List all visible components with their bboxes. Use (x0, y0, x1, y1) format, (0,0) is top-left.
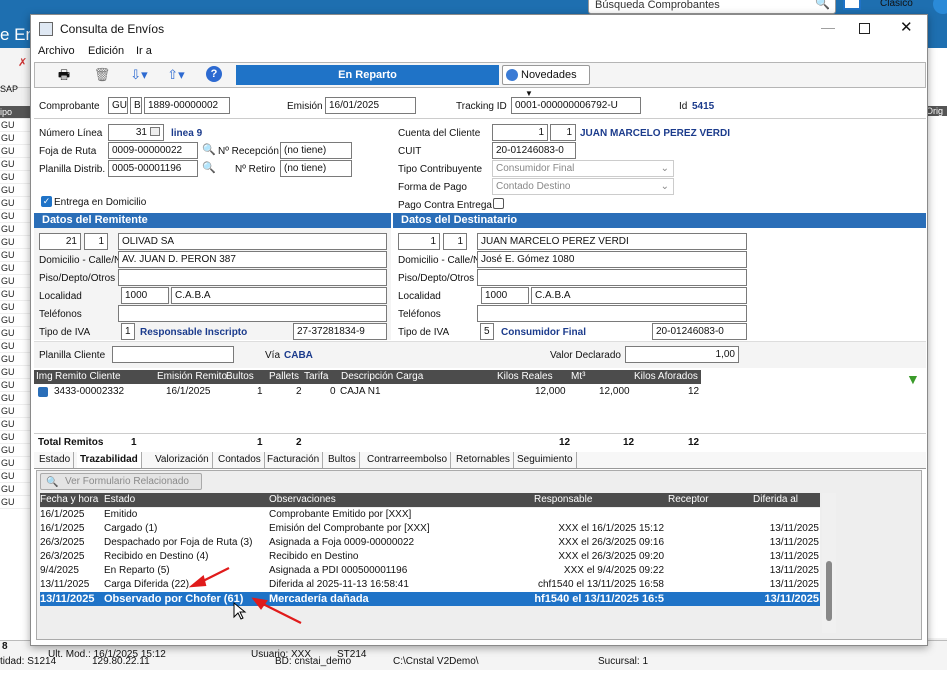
annotation-arrow-2 (251, 597, 302, 624)
annotation-arrow-1 (188, 567, 230, 588)
annotation-overlay (188, 567, 302, 624)
mouse-cursor-icon (233, 601, 247, 620)
